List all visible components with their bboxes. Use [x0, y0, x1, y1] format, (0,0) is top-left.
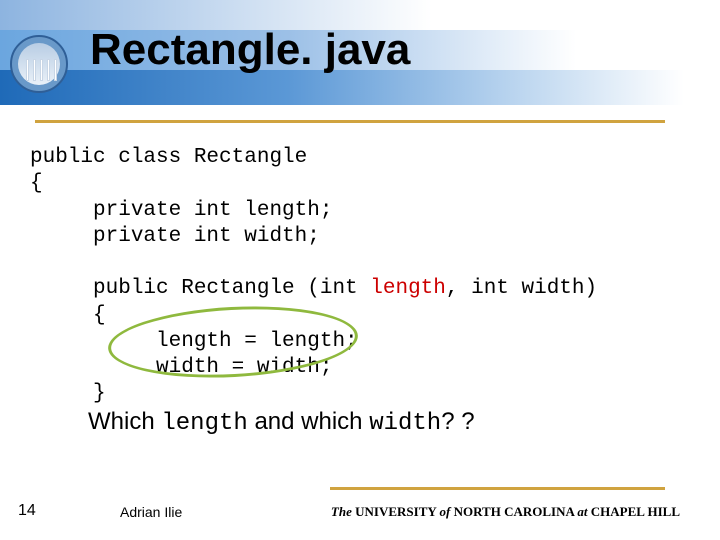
code-line: }	[30, 382, 106, 405]
code-block: public class Rectangle { private int len…	[30, 145, 700, 408]
code-line: public Rectangle (int	[30, 277, 370, 300]
code-inline: length	[161, 410, 247, 437]
text: of	[440, 504, 454, 519]
footer-line	[330, 487, 665, 490]
code-line: private int width;	[30, 225, 320, 248]
author-name: Adrian Ilie	[120, 504, 182, 520]
text: The	[331, 504, 355, 519]
code-line: {	[30, 172, 43, 195]
header-banner: Rectangle. java	[0, 0, 720, 110]
code-line: , int width)	[446, 277, 597, 300]
unc-well-logo	[10, 35, 70, 95]
code-line: length = length;	[30, 330, 358, 353]
page-number: 14	[18, 502, 36, 520]
code-highlight: length	[370, 277, 446, 300]
slide-title: Rectangle. java	[90, 25, 410, 75]
text: ? ?	[441, 408, 474, 435]
code-inline: width	[369, 410, 441, 437]
code-line: width = width;	[30, 356, 332, 379]
stripe	[0, 70, 720, 105]
code-line: public class Rectangle	[30, 146, 307, 169]
question-text: Which length and which width? ?	[88, 408, 475, 437]
text: UNIVERSITY	[355, 504, 439, 519]
text: Which	[88, 408, 161, 435]
text: CHAPEL HILL	[591, 504, 680, 519]
university-footer: The UNIVERSITY of NORTH CAROLINA at CHAP…	[331, 504, 680, 520]
text: NORTH CAROLINA	[454, 504, 578, 519]
code-line: {	[30, 304, 106, 327]
text: and which	[248, 408, 369, 435]
title-underline	[35, 120, 665, 123]
code-line: private int length;	[30, 199, 332, 222]
text: at	[577, 504, 590, 519]
